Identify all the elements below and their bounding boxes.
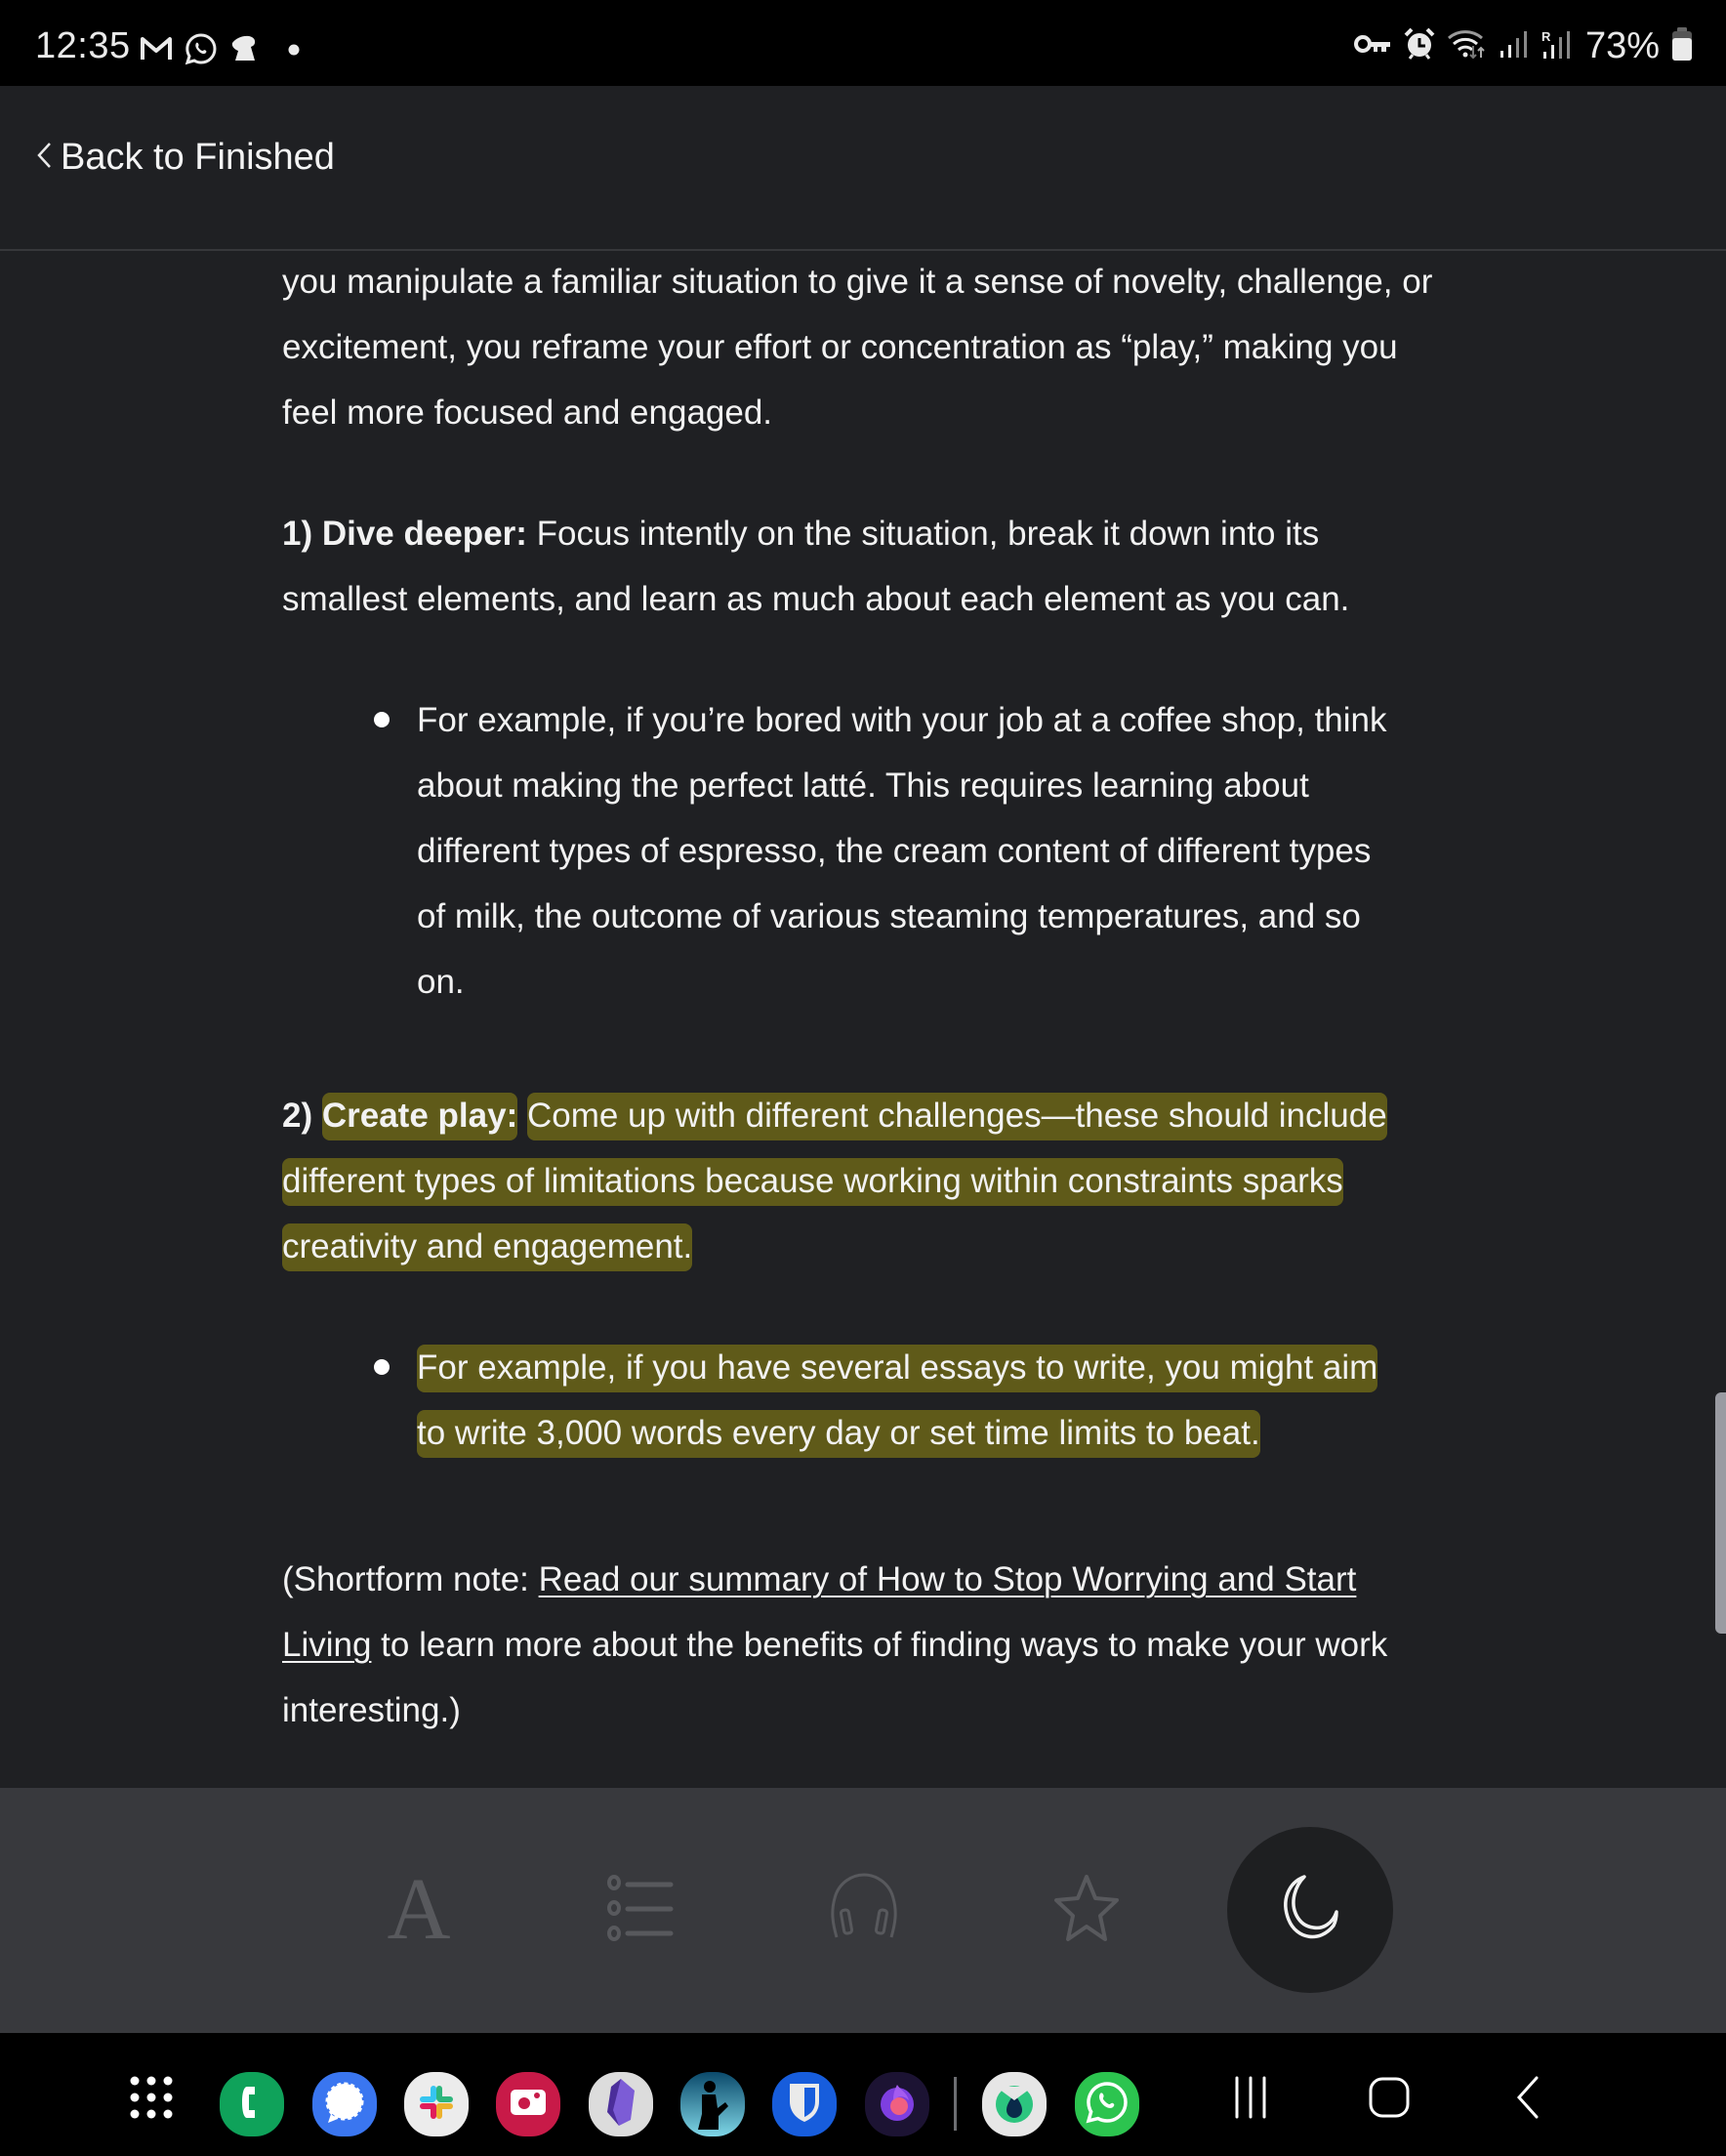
back-to-finished-button[interactable]: Back to Finished [35,137,335,179]
font-settings-button[interactable]: A [375,1866,463,1954]
roaming-signal-icon: R [1541,28,1574,64]
app-obsidian[interactable] [589,2072,653,2136]
step-2-number: 2) [282,1097,313,1135]
step-1-examples: For example, if you’re bored with your j… [282,687,1454,1015]
phone-icon [237,2083,267,2127]
whatsapp-icon [185,32,218,70]
kindle-reader-icon [688,2075,737,2135]
step-1-paragraph: 1) Dive deeper: Focus intently on the si… [282,501,1454,632]
headphones-icon [829,1872,899,1948]
gmail-icon [140,36,173,66]
app-signal[interactable] [312,2072,377,2136]
chevron-left-icon [35,141,53,175]
battery-icon [1671,27,1693,65]
vpn-key-icon [1353,32,1392,61]
signal-icon [1500,29,1529,63]
blinkist-icon [991,2079,1038,2131]
grid-icon [127,2073,176,2127]
app-slack[interactable] [404,2072,469,2136]
step-2-paragraph: 2) Create play: Come up with different c… [282,1083,1454,1279]
camera-icon [509,2086,548,2124]
favorite-button[interactable] [1043,1866,1130,1954]
shortform-note: (Shortform note: Read our summary of How… [282,1547,1454,1743]
back-button[interactable] [1489,2060,1567,2138]
svg-text:R: R [1541,29,1551,44]
scrollbar-thumb[interactable] [1715,1392,1726,1634]
navigation-bar [0,2033,1726,2156]
slack-icon [416,2082,457,2128]
app-whatsapp[interactable] [1075,2072,1139,2136]
notification-icons [140,32,300,70]
back-label: Back to Finished [61,137,335,178]
whatsapp-icon [1085,2080,1130,2130]
recents-icon [1231,2076,1270,2124]
step-2-examples: For example, if you have several essays … [282,1335,1454,1466]
status-bar: 12:35 R 73% [0,0,1726,86]
firefox-focus-icon [874,2079,921,2131]
shield-icon [787,2081,822,2129]
audio-button[interactable] [820,1866,908,1954]
night-mode-button[interactable] [1227,1827,1393,1993]
list-icon [606,1873,677,1948]
note-suffix: to learn more about the benefits of find… [282,1626,1388,1729]
app-drawer-button[interactable] [112,2060,190,2138]
system-icons: R 73% [1353,25,1693,67]
step-2-label-highlight[interactable]: Create play: [321,1093,518,1140]
reader-toolbar: A [0,1788,1726,2033]
home-icon [1368,2076,1411,2124]
home-button[interactable] [1350,2060,1428,2138]
dot-icon [288,43,300,61]
app-screen-recorder[interactable] [496,2072,560,2136]
app-phone[interactable] [220,2072,284,2136]
reader-header: Back to Finished [0,86,1726,251]
status-time: 12:35 [35,25,131,66]
signal-messenger-icon [321,2079,368,2131]
article-content: you manipulate a familiar situation to g… [282,249,1454,1743]
recents-button[interactable] [1212,2060,1290,2138]
dock-divider [954,2077,957,2131]
battery-percent: 73% [1584,25,1660,66]
step-1-example: For example, if you’re bored with your j… [417,701,1387,1001]
app-kindle[interactable] [680,2072,745,2136]
step-2-example-highlight[interactable]: For example, if you have several essays … [417,1345,1378,1458]
wifi-icon [1447,28,1488,64]
bullet-icon [374,1359,390,1375]
step-1-label: 1) Dive deeper: [282,515,527,553]
obsidian-icon [603,2077,638,2133]
app-bitwarden[interactable] [772,2072,837,2136]
alarm-icon [1404,27,1435,65]
bullet-icon [374,712,390,727]
back-chevron-icon [1513,2075,1542,2125]
star-icon [1051,1873,1122,1948]
app-firefox-focus[interactable] [865,2072,929,2136]
list-item: For example, if you have several essays … [282,1335,1393,1466]
incognito-icon [229,33,259,69]
intro-paragraph: you manipulate a familiar situation to g… [282,263,1433,432]
app-blinkist[interactable] [982,2072,1047,2136]
table-of-contents-button[interactable] [597,1866,685,1954]
list-item: For example, if you’re bored with your j… [282,687,1393,1015]
note-prefix: (Shortform note: [282,1560,539,1598]
font-icon: A [387,1861,451,1958]
moon-icon [1275,1873,1345,1948]
